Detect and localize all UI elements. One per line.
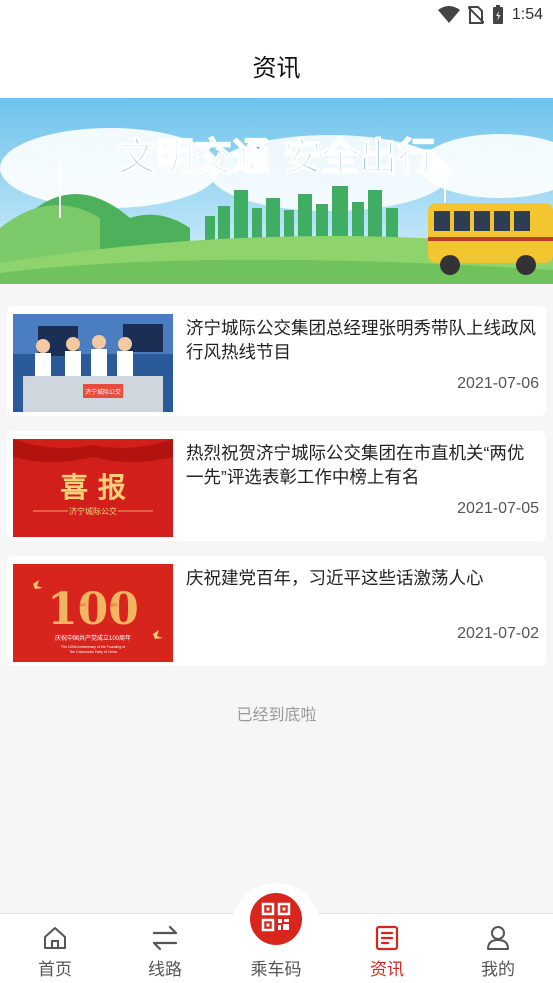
news-title: 热烈祝贺济宁城际公交集团在市直机关“两优一先”评选表彰工作中榜上有名 [186,443,525,487]
tab-route[interactable]: 线路 [110,914,220,983]
tab-label: 首页 [38,960,72,979]
status-time: 1:54 [511,6,543,23]
news-card[interactable]: 100 1921 2021 庆祝中国共产党成立100周年 The 100th A… [7,556,546,666]
profile-icon [484,924,512,952]
news-card[interactable]: 济宁城际公交 济宁城际公交集团总经理张明秀带队上线政风行风热线节目 2021-0… [7,306,546,416]
battery-icon [492,5,504,25]
banner[interactable]: 文明交通 安全出行 [0,98,553,284]
no-sim-icon [467,6,484,24]
news-date: 2021-07-06 [457,375,539,392]
home-icon [41,924,69,952]
tab-label: 乘车码 [250,960,302,979]
tab-profile[interactable]: 我的 [443,914,553,983]
tab-home[interactable]: 首页 [0,914,110,983]
banner-text: 文明交通 安全出行 [118,134,435,179]
tab-label: 资讯 [370,960,404,979]
status-icons: 1:54 [437,5,543,25]
tab-label: 线路 [148,960,182,979]
tab-label: 我的 [481,960,515,979]
news-thumbnail: 100 1921 2021 庆祝中国共产党成立100周年 The 100th A… [13,564,173,662]
status-bar: 1:54 [0,0,553,32]
header: 资讯 [0,32,553,98]
thumb-year: 100 [47,584,139,635]
thumb-date-end: 2021 [109,602,119,607]
thumb-caption-en-2: The Communist Party of China [69,650,117,654]
news-title: 济宁城际公交集团总经理张明秀带队上线政风行风热线节目 [186,318,536,362]
thumb-subtitle: 济宁城际公交 [69,506,117,516]
qr-code-icon [261,902,291,937]
thumb-caption: 济宁城际公交 [85,388,121,396]
banner-image: 文明交通 安全出行 [0,98,553,284]
tab-news[interactable]: 资讯 [332,914,442,983]
news-list: 济宁城际公交 济宁城际公交集团总经理张明秀带队上线政风行风热线节目 2021-0… [7,306,546,681]
route-icon [151,924,179,952]
list-end-text: 已经到底啦 [236,707,317,724]
news-thumbnail: 济宁城际公交 [13,314,173,412]
wifi-icon [437,6,460,24]
thumb-title: 喜 报 [60,471,126,504]
news-icon [373,924,401,952]
news-title: 庆祝建党百年，习近平这些话激荡人心 [186,568,484,588]
thumb-caption-en-1: The 100th Anniversary of the Founding of [61,645,125,649]
thumb-date-start: 1921 [77,602,87,607]
news-thumbnail: 喜 报 济宁城际公交 [13,439,173,537]
news-date: 2021-07-02 [457,625,539,642]
thumb-caption: 庆祝中国共产党成立100周年 [55,634,131,642]
news-date: 2021-07-05 [457,500,539,517]
qr-code-button[interactable] [250,893,302,945]
page-title: 资讯 [252,54,301,82]
news-card[interactable]: 喜 报 济宁城际公交 热烈祝贺济宁城际公交集团在市直机关“两优一先”评选表彰工作… [7,431,546,541]
